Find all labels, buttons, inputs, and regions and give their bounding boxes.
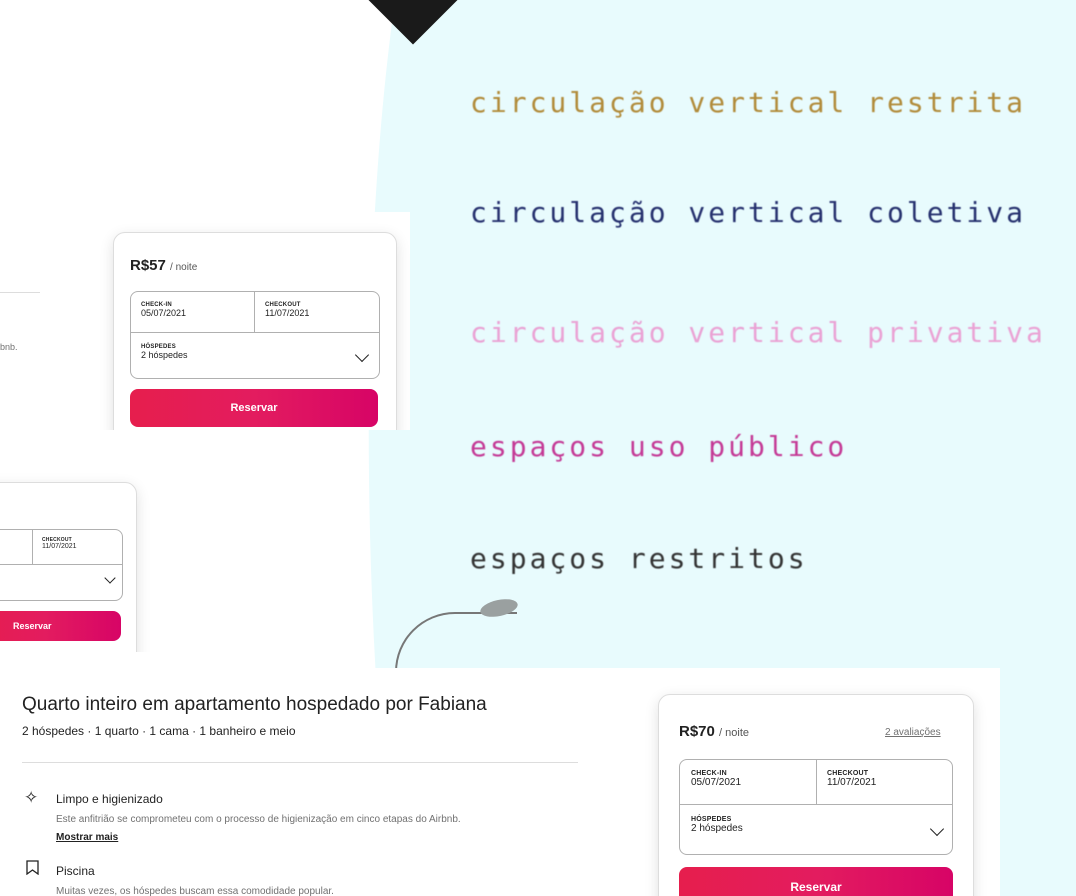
guests-field[interactable]: HÓSPEDES 2 hóspedes bbox=[141, 344, 188, 360]
pixel-label-private-vertical: circulação vertical privativa bbox=[470, 316, 1046, 349]
checkout-field[interactable]: CHECKOUT 11/07/2021 bbox=[42, 537, 77, 550]
amenity-description: Muitas vezes, os hóspedes buscam essa co… bbox=[56, 886, 334, 896]
show-more-link[interactable]: Mostrar mais bbox=[56, 832, 118, 843]
sparkle-icon: ✧ bbox=[24, 788, 39, 808]
booking-card: R$57 / noite CHECK-IN 05/07/2021 CHECKOUT… bbox=[113, 232, 397, 430]
guests-field[interactable]: HÓSPEDES 2 hóspedes bbox=[691, 816, 743, 834]
reviews-link[interactable]: 2 avaliações bbox=[885, 727, 941, 738]
price-per-night: R$57 / noite bbox=[130, 257, 198, 274]
bookmark-icon bbox=[26, 860, 39, 880]
booking-card: R$70 / noite 2 avaliações CHECK-IN 05/07/… bbox=[658, 694, 974, 896]
listing-screenshot-top: bnb. R$57 / noite CHECK-IN 05/07/2021 CHE… bbox=[0, 212, 410, 430]
divider bbox=[22, 762, 578, 763]
reserve-button[interactable]: Reservar bbox=[130, 389, 378, 427]
pixel-label-collective-vertical: circulação vertical coletiva bbox=[470, 196, 1027, 229]
price-per-night: R$70 / noite bbox=[679, 723, 749, 740]
amenity-title: Piscina bbox=[56, 864, 95, 878]
listing-subtitle: 2 hóspedes · 1 quarto · 1 cama · 1 banhe… bbox=[22, 724, 296, 738]
checkin-field[interactable]: CHECK-IN 05/07/2021 bbox=[691, 770, 741, 788]
chevron-down-icon[interactable] bbox=[354, 347, 370, 363]
listing-screenshot-middle: CHECKOUT 11/07/2021 Reservar bbox=[0, 430, 155, 652]
description-fragment: bnb. bbox=[0, 342, 18, 352]
checkin-field[interactable]: CHECK-IN 05/07/2021 bbox=[141, 302, 186, 318]
reserve-button[interactable]: Reservar bbox=[679, 867, 953, 896]
booking-inputs: CHECK-IN 05/07/2021 CHECKOUT 11/07/2021 HÓ… bbox=[130, 291, 380, 379]
amenity-title: Limpo e higienizado bbox=[56, 792, 163, 806]
booking-inputs: CHECKOUT 11/07/2021 bbox=[0, 529, 123, 601]
checkout-field[interactable]: CHECKOUT 11/07/2021 bbox=[265, 302, 309, 318]
reserve-button[interactable]: Reservar bbox=[0, 611, 121, 641]
listing-title: Quarto inteiro em apartamento hospedado … bbox=[22, 694, 487, 715]
checkout-field[interactable]: CHECKOUT 11/07/2021 bbox=[827, 770, 876, 788]
pixel-label-public-spaces: espaços uso público bbox=[470, 430, 848, 463]
pixel-label-restricted-spaces: espaços restritos bbox=[470, 542, 808, 575]
amenity-description: Este anfitrião se comprometeu com o proc… bbox=[56, 814, 461, 825]
chevron-down-icon[interactable] bbox=[104, 572, 116, 584]
divider bbox=[0, 292, 40, 293]
booking-inputs: CHECK-IN 05/07/2021 CHECKOUT 11/07/2021 HÓ… bbox=[679, 759, 953, 855]
pixel-label-restricted-vertical: circulação vertical restrita bbox=[470, 86, 1027, 119]
booking-card: CHECKOUT 11/07/2021 Reservar bbox=[0, 482, 137, 652]
listing-screenshot-main: Quarto inteiro em apartamento hospedado … bbox=[0, 668, 1000, 896]
chevron-down-icon[interactable] bbox=[929, 821, 945, 837]
